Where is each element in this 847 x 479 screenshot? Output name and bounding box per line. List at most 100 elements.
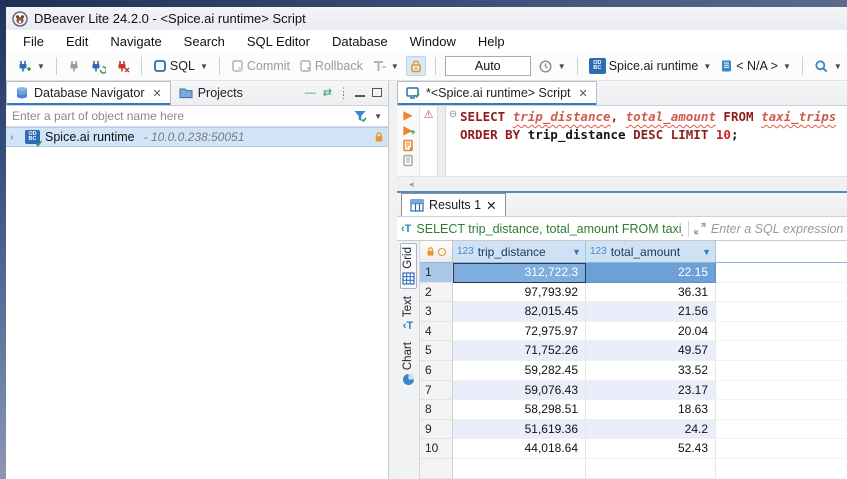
expand-chevron-icon[interactable]: › bbox=[10, 132, 20, 143]
close-icon[interactable]: ✕ bbox=[152, 87, 161, 100]
grid-cell[interactable]: 21.56 bbox=[586, 302, 716, 322]
grid-cell[interactable]: 36.31 bbox=[586, 283, 716, 303]
chevron-down-icon[interactable]: ▼ bbox=[558, 62, 566, 71]
maximize-view-icon[interactable] bbox=[372, 88, 382, 97]
chevron-down-icon[interactable]: ▼ bbox=[783, 62, 791, 71]
tab-results-1[interactable]: Results 1 ✕ bbox=[401, 193, 506, 216]
script-gray-icon[interactable] bbox=[402, 154, 415, 167]
transaction-t-icon bbox=[372, 59, 386, 73]
grid-cell[interactable]: 33.52 bbox=[586, 361, 716, 381]
menu-help[interactable]: Help bbox=[467, 32, 516, 51]
collapse-all-icon[interactable]: — bbox=[305, 87, 316, 99]
active-connection-selector[interactable]: ODBC Spice.ai runtime ▼ bbox=[587, 56, 714, 76]
tab-sql-script[interactable]: *<Spice.ai runtime> Script ✕ bbox=[397, 81, 597, 105]
close-icon[interactable]: ✕ bbox=[486, 198, 496, 213]
table-row[interactable]: 2 97,793.92 36.31 bbox=[420, 283, 847, 303]
grid-cell[interactable]: 20.04 bbox=[586, 322, 716, 342]
chevron-down-icon[interactable]: ▼ bbox=[374, 112, 382, 121]
search-button[interactable]: ▼ bbox=[812, 57, 844, 76]
menu-sql-editor[interactable]: SQL Editor bbox=[236, 32, 321, 51]
tab-text[interactable]: Text ‹T bbox=[401, 293, 415, 335]
tab-chart[interactable]: Chart bbox=[401, 339, 416, 389]
active-schema-selector[interactable]: < N/A > ▼ bbox=[718, 57, 793, 75]
commit-button[interactable]: Commit bbox=[229, 57, 292, 75]
grid-cell[interactable]: 312,722.3 bbox=[453, 263, 586, 283]
column-menu-icon[interactable]: ▼ bbox=[572, 247, 581, 257]
grid-cell[interactable]: 18.63 bbox=[586, 400, 716, 420]
tab-label: Projects bbox=[198, 86, 243, 100]
grid-cell[interactable]: 82,015.45 bbox=[453, 302, 586, 322]
isolation-combo[interactable]: Auto bbox=[445, 56, 531, 76]
object-filter-input[interactable] bbox=[6, 109, 353, 123]
grid-cell[interactable]: 59,076.43 bbox=[453, 381, 586, 401]
tab-database-navigator[interactable]: Database Navigator ✕ bbox=[6, 81, 171, 105]
expand-icon[interactable] bbox=[694, 222, 706, 235]
panel-splitter[interactable] bbox=[389, 81, 397, 479]
tab-grid[interactable]: Grid bbox=[400, 243, 417, 289]
menu-search[interactable]: Search bbox=[173, 32, 236, 51]
rollback-button[interactable]: Rollback bbox=[297, 57, 365, 75]
menu-navigate[interactable]: Navigate bbox=[99, 32, 172, 51]
grid-cell[interactable]: 51,619.36 bbox=[453, 420, 586, 440]
tab-label: *<Spice.ai runtime> Script bbox=[426, 86, 571, 100]
column-header-trip-distance[interactable]: 123 trip_distance ▼ bbox=[453, 241, 586, 262]
grid-cell[interactable]: 23.17 bbox=[586, 381, 716, 401]
execute-script-icon[interactable] bbox=[402, 139, 415, 152]
reconnect-button[interactable] bbox=[88, 57, 108, 76]
grid-cell[interactable]: 97,793.92 bbox=[453, 283, 586, 303]
execute-statement-icon[interactable]: ▶ bbox=[403, 109, 412, 122]
grid-cell[interactable]: 24.2 bbox=[586, 420, 716, 440]
code-area[interactable]: SELECT trip_distance, total_amount FROM … bbox=[460, 106, 847, 176]
column-header-total-amount[interactable]: 123 total_amount ▼ bbox=[586, 241, 716, 262]
grid-cell[interactable]: 44,018.64 bbox=[453, 439, 586, 459]
table-row[interactable]: 6 59,282.45 33.52 bbox=[420, 361, 847, 381]
grid-cell[interactable]: 72,975.97 bbox=[453, 322, 586, 342]
table-row[interactable]: 3 82,015.45 21.56 bbox=[420, 302, 847, 322]
chevron-down-icon[interactable]: ▼ bbox=[200, 62, 208, 71]
connection-tree-item[interactable]: › ODBC✔ Spice.ai runtime - 10.0.0.238:50… bbox=[6, 127, 388, 147]
expression-filter-placeholder[interactable]: Enter a SQL expression to bbox=[711, 222, 843, 236]
column-menu-icon[interactable]: ▼ bbox=[702, 247, 711, 257]
menu-edit[interactable]: Edit bbox=[55, 32, 99, 51]
editor-horizontal-scrollbar[interactable]: ◂ bbox=[397, 176, 847, 191]
grid-corner-cell[interactable] bbox=[420, 241, 453, 262]
results-grid[interactable]: 123 trip_distance ▼ 123 total_amount ▼ bbox=[420, 241, 847, 479]
disconnect-button[interactable] bbox=[113, 57, 132, 76]
new-connection-button[interactable]: ▼ bbox=[14, 57, 47, 76]
table-row[interactable]: 9 51,619.36 24.2 bbox=[420, 420, 847, 440]
execute-new-tab-icon[interactable]: ▶+ bbox=[403, 124, 412, 137]
sql-editor[interactable]: ▶ ▶+ ⚠ ⊖ SELECT trip_distance, total_amo… bbox=[397, 106, 847, 176]
history-button[interactable]: ▼ bbox=[536, 57, 568, 76]
filter-funnel-icon[interactable] bbox=[353, 109, 368, 123]
grid-cell[interactable]: 58,298.51 bbox=[453, 400, 586, 420]
sql-editor-button[interactable]: SQL ▼ bbox=[151, 57, 210, 75]
tab-projects[interactable]: Projects bbox=[171, 81, 251, 105]
connect-button[interactable] bbox=[66, 57, 83, 76]
menu-window[interactable]: Window bbox=[399, 32, 467, 51]
link-editor-icon[interactable]: ⇄ bbox=[323, 86, 332, 99]
app-window: DBeaver Lite 24.2.0 - <Spice.ai runtime>… bbox=[0, 0, 847, 479]
chevron-down-icon[interactable]: ▼ bbox=[703, 62, 711, 71]
menu-file[interactable]: File bbox=[12, 32, 55, 51]
view-menu-icon[interactable]: ⋮⋮ bbox=[339, 89, 348, 97]
close-icon[interactable]: ✕ bbox=[579, 87, 588, 100]
autocommit-toggle[interactable] bbox=[406, 56, 426, 76]
chevron-down-icon[interactable]: ▼ bbox=[391, 62, 399, 71]
table-row[interactable]: 1 312,722.3 22.15 bbox=[420, 263, 847, 283]
transaction-mode-button[interactable]: ▼ bbox=[370, 57, 401, 75]
table-row[interactable]: 5 71,752.26 49.57 bbox=[420, 341, 847, 361]
table-row[interactable]: 4 72,975.97 20.04 bbox=[420, 322, 847, 342]
table-row[interactable]: 8 58,298.51 18.63 bbox=[420, 400, 847, 420]
menu-database[interactable]: Database bbox=[321, 32, 399, 51]
grid-cell[interactable]: 59,282.45 bbox=[453, 361, 586, 381]
minimize-view-icon[interactable] bbox=[355, 94, 365, 97]
chevron-down-icon[interactable]: ▼ bbox=[37, 62, 45, 71]
grid-cell[interactable]: 52.43 bbox=[586, 439, 716, 459]
grid-cell[interactable]: 49.57 bbox=[586, 341, 716, 361]
table-row[interactable]: 10 44,018.64 52.43 bbox=[420, 439, 847, 459]
fold-collapse-icon[interactable]: ⊖ bbox=[449, 109, 457, 120]
grid-cell[interactable]: 22.15 bbox=[586, 263, 716, 283]
grid-cell[interactable]: 71,752.26 bbox=[453, 341, 586, 361]
table-row[interactable]: 7 59,076.43 23.17 bbox=[420, 381, 847, 401]
chevron-down-icon[interactable]: ▼ bbox=[834, 62, 842, 71]
